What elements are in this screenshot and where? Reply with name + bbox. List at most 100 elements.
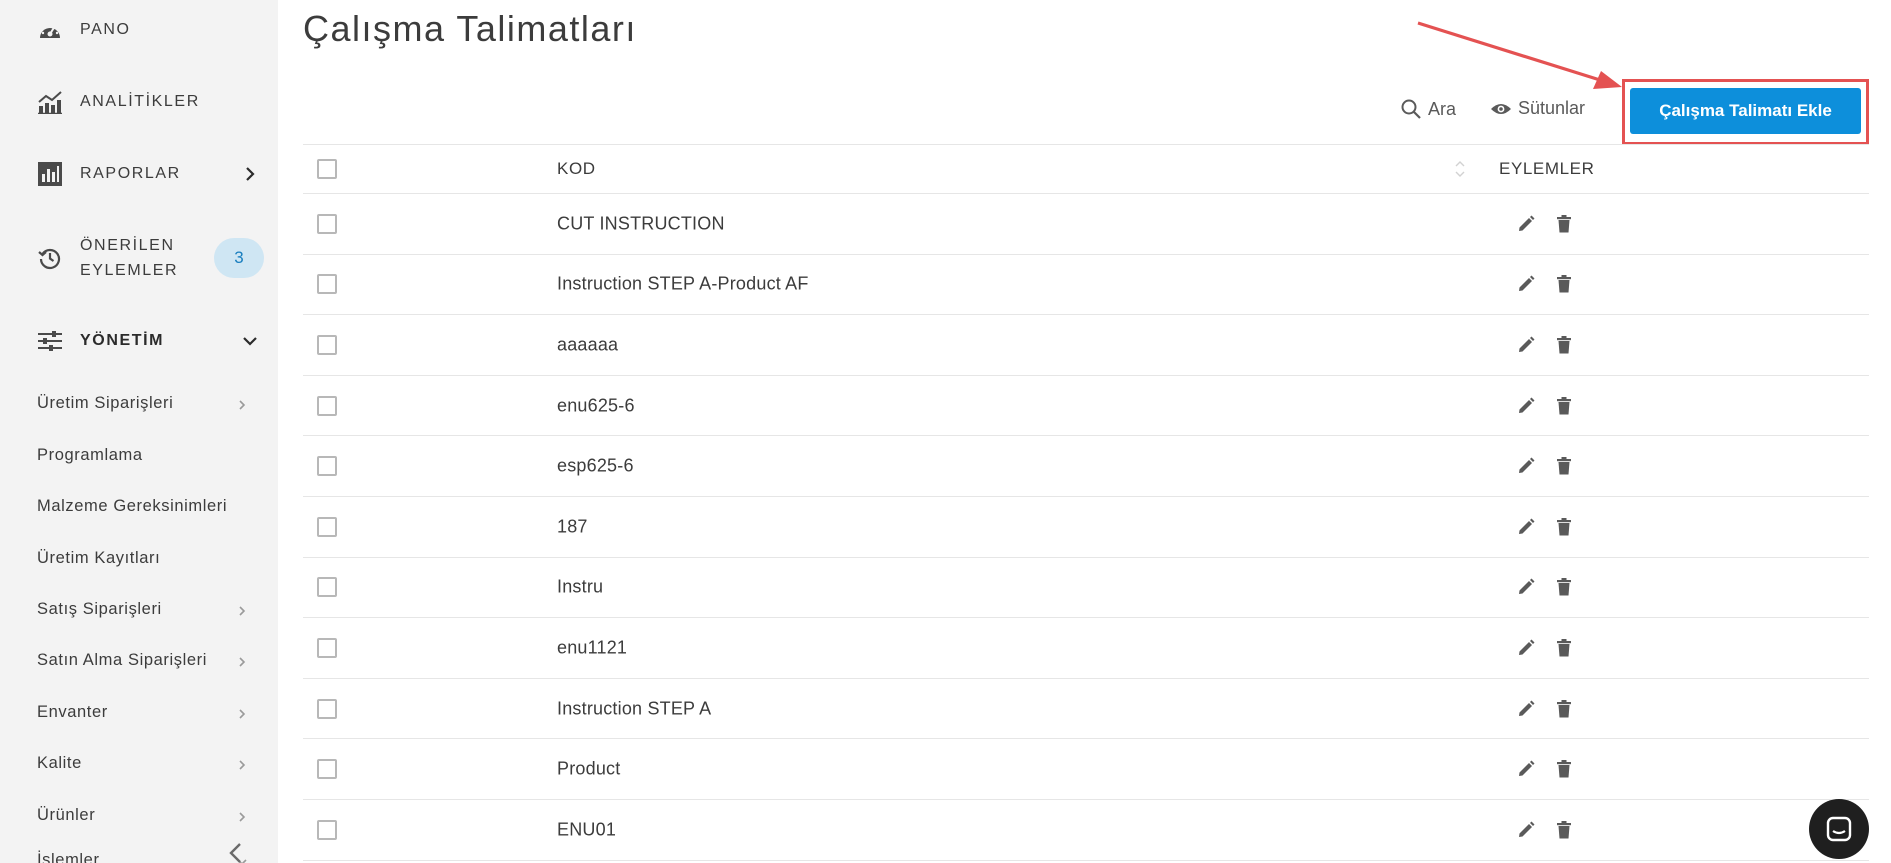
delete-icon[interactable] [1554,577,1574,597]
sliders-icon [36,327,64,355]
table-row[interactable]: Instru [303,558,1869,619]
sub-item-uretim-kayitlari[interactable]: Üretim Kayıtları [37,546,248,570]
sort-icon[interactable] [1453,158,1467,180]
code-cell: 187 [557,516,588,537]
nav-label: YÖNETİM [80,332,165,349]
row-checkbox[interactable] [317,577,337,598]
row-checkbox[interactable] [317,213,337,234]
sub-item-satis-siparisleri[interactable]: Satış Siparişleri [37,597,248,621]
delete-icon[interactable] [1554,396,1574,416]
sub-item-uretim-siparisleri[interactable]: Üretim Siparişleri [37,391,248,415]
delete-icon[interactable] [1554,699,1574,719]
edit-icon[interactable] [1516,699,1536,719]
sub-item-programlama[interactable]: Programlama [37,443,248,467]
sidebar: PANO ANALİTİKLER RAPORLAR ÖNERİLEN EYLEM… [0,0,278,863]
table-row[interactable]: esp625-6 [303,436,1869,497]
edit-icon[interactable] [1516,820,1536,840]
table-row[interactable]: Instruction STEP A-Product AF [303,255,1869,316]
delete-icon[interactable] [1554,456,1574,476]
select-all-checkbox[interactable] [317,159,337,179]
table-header: KOD EYLEMLER [303,144,1869,194]
add-work-instruction-button[interactable]: Çalışma Talimatı Ekle [1630,88,1861,134]
row-checkbox[interactable] [317,698,337,719]
edit-icon[interactable] [1516,456,1536,476]
nav-item-analitikler[interactable]: ANALİTİKLER [36,87,270,117]
dashboard-gauge-icon [36,16,64,44]
row-checkbox[interactable] [317,637,337,658]
delete-icon[interactable] [1554,638,1574,658]
code-cell: enu1121 [557,637,628,658]
edit-icon[interactable] [1516,335,1536,355]
delete-icon[interactable] [1554,335,1574,355]
row-checkbox[interactable] [317,274,337,295]
sub-item-satin-alma-siparisleri[interactable]: Satın Alma Siparişleri [37,648,248,672]
table-row[interactable]: Product [303,739,1869,800]
columns-button[interactable]: Sütunlar [1490,98,1585,119]
column-header-code[interactable]: KOD [557,159,596,179]
sub-item-urunler[interactable]: Ürünler [37,803,248,827]
delete-icon[interactable] [1554,759,1574,779]
sub-item-label: Satın Alma Siparişleri [37,650,208,669]
table-row[interactable]: ENU01 [303,800,1869,861]
edit-icon[interactable] [1516,274,1536,294]
nav-item-onerilen-eylemler[interactable]: ÖNERİLEN EYLEMLER 3 [36,231,270,285]
sub-item-malzeme-gereksinimleri[interactable]: Malzeme Gereksinimleri [37,494,248,518]
count-badge: 3 [214,238,264,278]
table-body: CUT INSTRUCTION Instruction STEP A-Produc… [303,194,1869,861]
table-row[interactable]: Instruction STEP A [303,679,1869,740]
history-icon [36,244,64,272]
row-checkbox[interactable] [317,759,337,780]
work-instructions-table: KOD EYLEMLER CUT INSTRUCTION Instruction … [303,144,1869,861]
edit-icon[interactable] [1516,396,1536,416]
search-label: Ara [1428,98,1457,119]
code-cell: Instruction STEP A-Product AF [557,273,809,294]
delete-icon[interactable] [1554,517,1574,537]
delete-icon[interactable] [1554,274,1574,294]
table-row[interactable]: enu1121 [303,618,1869,679]
sub-item-kalite[interactable]: Kalite [37,751,248,775]
table-row[interactable]: 187 [303,497,1869,558]
row-checkbox[interactable] [317,819,337,840]
chevron-right-icon [236,809,248,822]
edit-icon[interactable] [1516,517,1536,537]
delete-icon[interactable] [1554,820,1574,840]
nav-item-yonetim[interactable]: YÖNETİM [36,326,270,356]
sub-item-islemler[interactable]: İşlemler [37,848,248,863]
nav-label: PANO [80,21,131,38]
sub-item-label: İşlemler [37,850,100,863]
sub-item-label: Malzeme Gereksinimleri [37,496,228,515]
table-row[interactable]: CUT INSTRUCTION [303,194,1869,255]
edit-icon[interactable] [1516,214,1536,234]
nav-label: RAPORLAR [80,165,181,182]
chat-support-button[interactable] [1809,799,1869,859]
row-checkbox[interactable] [317,334,337,355]
chevron-left-icon [229,843,241,863]
nav-label-line2: EYLEMLER [80,262,179,279]
chevron-right-icon [236,654,248,667]
edit-icon[interactable] [1516,638,1536,658]
nav-item-pano[interactable]: PANO [36,15,270,45]
search-icon [1401,99,1421,119]
code-cell: enu625-6 [557,395,635,416]
reports-icon [36,160,64,188]
sub-item-envanter[interactable]: Envanter [37,700,248,724]
chevron-down-icon [242,333,258,349]
table-row[interactable]: enu625-6 [303,376,1869,437]
sub-item-label: Ürünler [37,805,96,824]
search-button[interactable]: Ara [1400,98,1456,120]
page-title: Çalışma Talimatları [303,8,637,49]
row-checkbox[interactable] [317,516,337,537]
edit-icon[interactable] [1516,577,1536,597]
row-checkbox[interactable] [317,395,337,416]
table-row[interactable]: aaaaaa [303,315,1869,376]
sub-item-label: Satış Siparişleri [37,599,162,618]
delete-icon[interactable] [1554,214,1574,234]
nav-item-raporlar[interactable]: RAPORLAR [36,159,270,189]
annotation-arrow [1417,21,1622,89]
sub-item-label: Envanter [37,702,108,721]
row-checkbox[interactable] [317,456,337,477]
edit-icon[interactable] [1516,759,1536,779]
nav-label: ÖNERİLEN EYLEMLER [80,233,178,283]
collapse-sidebar-button[interactable] [226,842,246,863]
code-cell: CUT INSTRUCTION [557,213,725,234]
